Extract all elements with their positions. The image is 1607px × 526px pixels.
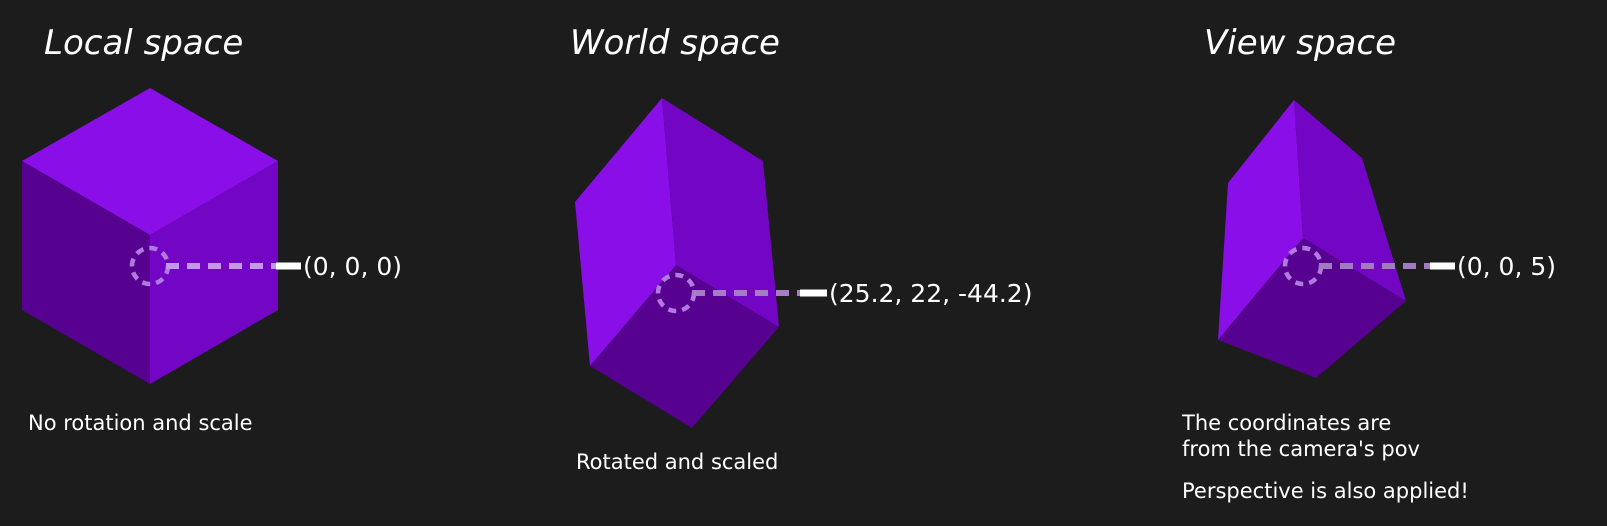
local-coordinates-label: (0, 0, 0) xyxy=(303,252,402,281)
local-space-panel: Local space (0, 0, 0) No rotation and sc… xyxy=(22,23,402,435)
view-perspective-note: Perspective is also applied! xyxy=(1182,479,1469,503)
view-caption-line-2: from the camera's pov xyxy=(1182,437,1420,461)
diagram-canvas: Local space (0, 0, 0) No rotation and sc… xyxy=(0,0,1607,526)
world-space-title: World space xyxy=(570,23,780,63)
world-caption: Rotated and scaled xyxy=(576,450,778,474)
world-coordinates-label: (25.2, 22, -44.2) xyxy=(829,279,1032,308)
world-space-cube xyxy=(575,98,779,428)
view-caption-line-1: The coordinates are xyxy=(1181,411,1391,435)
view-space-title: View space xyxy=(1204,23,1396,63)
local-caption: No rotation and scale xyxy=(28,411,253,435)
coordinate-spaces-diagram: Local space (0, 0, 0) No rotation and sc… xyxy=(22,23,1556,503)
view-space-panel: View space (0, 0, 5) The coordinates are… xyxy=(1181,23,1556,503)
local-space-title: Local space xyxy=(44,23,243,63)
local-space-cube xyxy=(22,88,278,384)
view-coordinates-label: (0, 0, 5) xyxy=(1457,252,1556,281)
view-space-cube xyxy=(1218,100,1406,378)
world-space-panel: World space (25.2, 22, -44.2) Rotated an… xyxy=(570,23,1032,474)
